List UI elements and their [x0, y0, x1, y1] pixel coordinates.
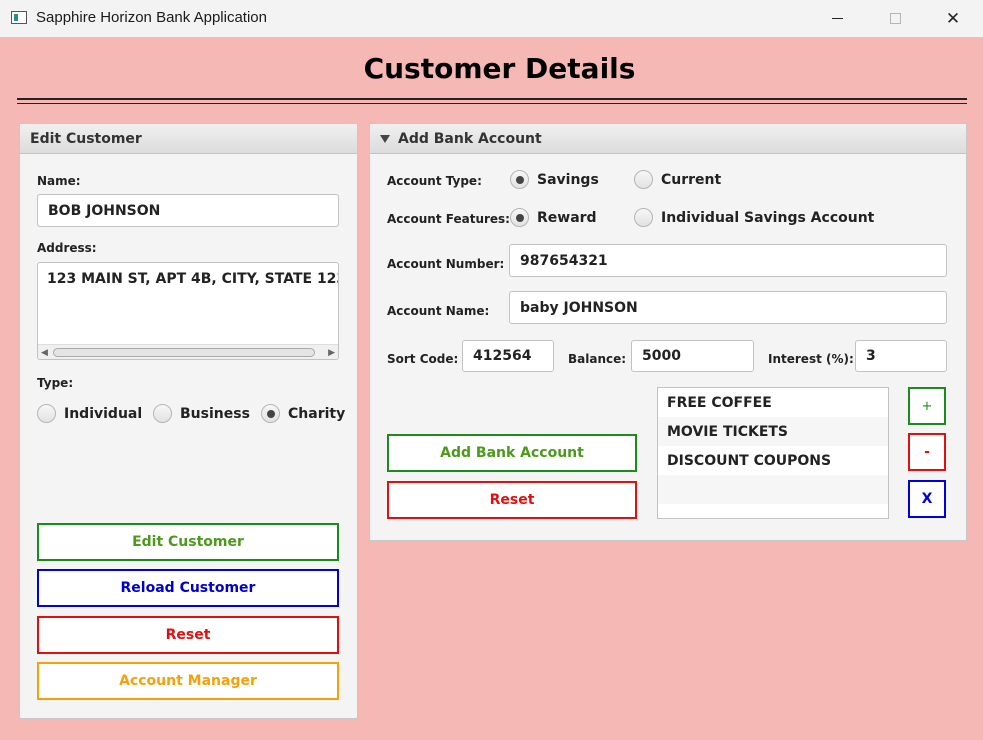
divider-bottom	[17, 103, 967, 104]
rewards-list[interactable]: FREE COFFEE MOVIE TICKETS DISCOUNT COUPO…	[657, 387, 889, 519]
balance-field[interactable]: 5000	[631, 340, 754, 372]
title-bar: Sapphire Horizon Bank Application ✕	[0, 0, 983, 37]
type-radio-business[interactable]: Business	[153, 404, 250, 423]
reload-customer-button[interactable]: Reload Customer	[37, 569, 339, 607]
scroll-thumb[interactable]	[53, 348, 315, 357]
radio-label: Charity	[288, 405, 346, 422]
address-scrollbar[interactable]: ◀ ▶	[38, 344, 338, 359]
minimize-icon	[831, 18, 843, 19]
type-label: Type:	[37, 376, 74, 390]
maximize-icon	[889, 13, 901, 24]
remove-reward-button[interactable]: -	[908, 433, 946, 471]
radio-icon	[37, 404, 56, 423]
account-type-savings[interactable]: Savings	[510, 170, 599, 189]
account-number-value: 987654321	[520, 252, 608, 269]
radio-icon	[634, 208, 653, 227]
radio-label: Savings	[537, 171, 599, 188]
name-label: Name:	[37, 174, 81, 188]
account-number-label: Account Number:	[387, 257, 505, 271]
list-item[interactable]: FREE COFFEE	[658, 388, 888, 417]
close-icon: ✕	[945, 8, 961, 29]
divider-top	[17, 98, 967, 100]
edit-customer-button[interactable]: Edit Customer	[37, 523, 339, 561]
account-manager-button[interactable]: Account Manager	[37, 662, 339, 700]
interest-value: 3	[866, 348, 876, 364]
add-reward-button[interactable]: +	[908, 387, 946, 425]
address-textarea[interactable]: 123 MAIN ST, APT 4B, CITY, STATE 12345 ◀…	[37, 262, 339, 360]
feature-isa[interactable]: Individual Savings Account	[634, 208, 874, 227]
minimize-button[interactable]	[808, 0, 866, 37]
account-name-value: baby JOHNSON	[520, 299, 638, 316]
edit-customer-panel: Edit Customer Name: BOB JOHNSON Address:…	[19, 123, 358, 719]
maximize-button[interactable]	[866, 0, 924, 37]
type-radio-individual[interactable]: Individual	[37, 404, 142, 423]
address-label: Address:	[37, 241, 97, 255]
radio-label: Current	[661, 171, 722, 188]
type-radio-charity[interactable]: Charity	[261, 404, 345, 423]
name-field[interactable]: BOB JOHNSON	[37, 194, 339, 227]
interest-label: Interest (%):	[768, 352, 854, 366]
scroll-right-icon[interactable]: ▶	[328, 348, 335, 358]
radio-label: Business	[180, 405, 250, 422]
list-item[interactable]: MOVIE TICKETS	[658, 417, 888, 446]
radio-label: Individual Savings Account	[661, 209, 875, 226]
radio-label: Reward	[537, 209, 597, 226]
balance-value: 5000	[642, 348, 681, 364]
account-type-label: Account Type:	[387, 174, 482, 188]
radio-selected-icon	[510, 170, 529, 189]
features-label: Account Features:	[387, 212, 510, 226]
list-item[interactable]: DISCOUNT COUPONS	[658, 446, 888, 475]
feature-reward[interactable]: Reward	[510, 208, 597, 227]
radio-label: Individual	[64, 405, 143, 422]
add-bank-account-button[interactable]: Add Bank Account	[387, 434, 637, 472]
reset-customer-button[interactable]: Reset	[37, 616, 339, 654]
radio-selected-icon	[510, 208, 529, 227]
interest-field[interactable]: 3	[855, 340, 947, 372]
sort-code-label: Sort Code:	[387, 352, 459, 366]
reset-account-button[interactable]: Reset	[387, 481, 637, 519]
edit-customer-title: Edit Customer	[30, 130, 142, 147]
add-account-header[interactable]: Add Bank Account	[370, 124, 966, 154]
collapse-triangle-icon[interactable]	[380, 134, 390, 143]
list-item-empty	[658, 475, 888, 504]
add-account-title: Add Bank Account	[398, 130, 542, 147]
app-icon	[11, 11, 27, 24]
edit-customer-header: Edit Customer	[20, 124, 357, 154]
window-title: Sapphire Horizon Bank Application	[36, 9, 267, 26]
account-type-current[interactable]: Current	[634, 170, 721, 189]
radio-icon	[634, 170, 653, 189]
sort-code-field[interactable]: 412564	[462, 340, 554, 372]
radio-selected-icon	[261, 404, 280, 423]
account-name-label: Account Name:	[387, 304, 490, 318]
sort-code-value: 412564	[473, 348, 532, 364]
scroll-left-icon[interactable]: ◀	[41, 348, 48, 358]
page-title: Customer Details	[363, 52, 636, 85]
name-value: BOB JOHNSON	[48, 202, 161, 219]
close-button[interactable]: ✕	[924, 0, 982, 37]
address-value: 123 MAIN ST, APT 4B, CITY, STATE 12345	[47, 271, 339, 287]
add-account-panel: Add Bank Account Account Type: Savings C…	[369, 123, 967, 541]
clear-rewards-button[interactable]: X	[908, 480, 946, 518]
balance-label: Balance:	[568, 352, 627, 366]
radio-icon	[153, 404, 172, 423]
account-name-field[interactable]: baby JOHNSON	[509, 291, 947, 324]
account-number-field[interactable]: 987654321	[509, 244, 947, 277]
